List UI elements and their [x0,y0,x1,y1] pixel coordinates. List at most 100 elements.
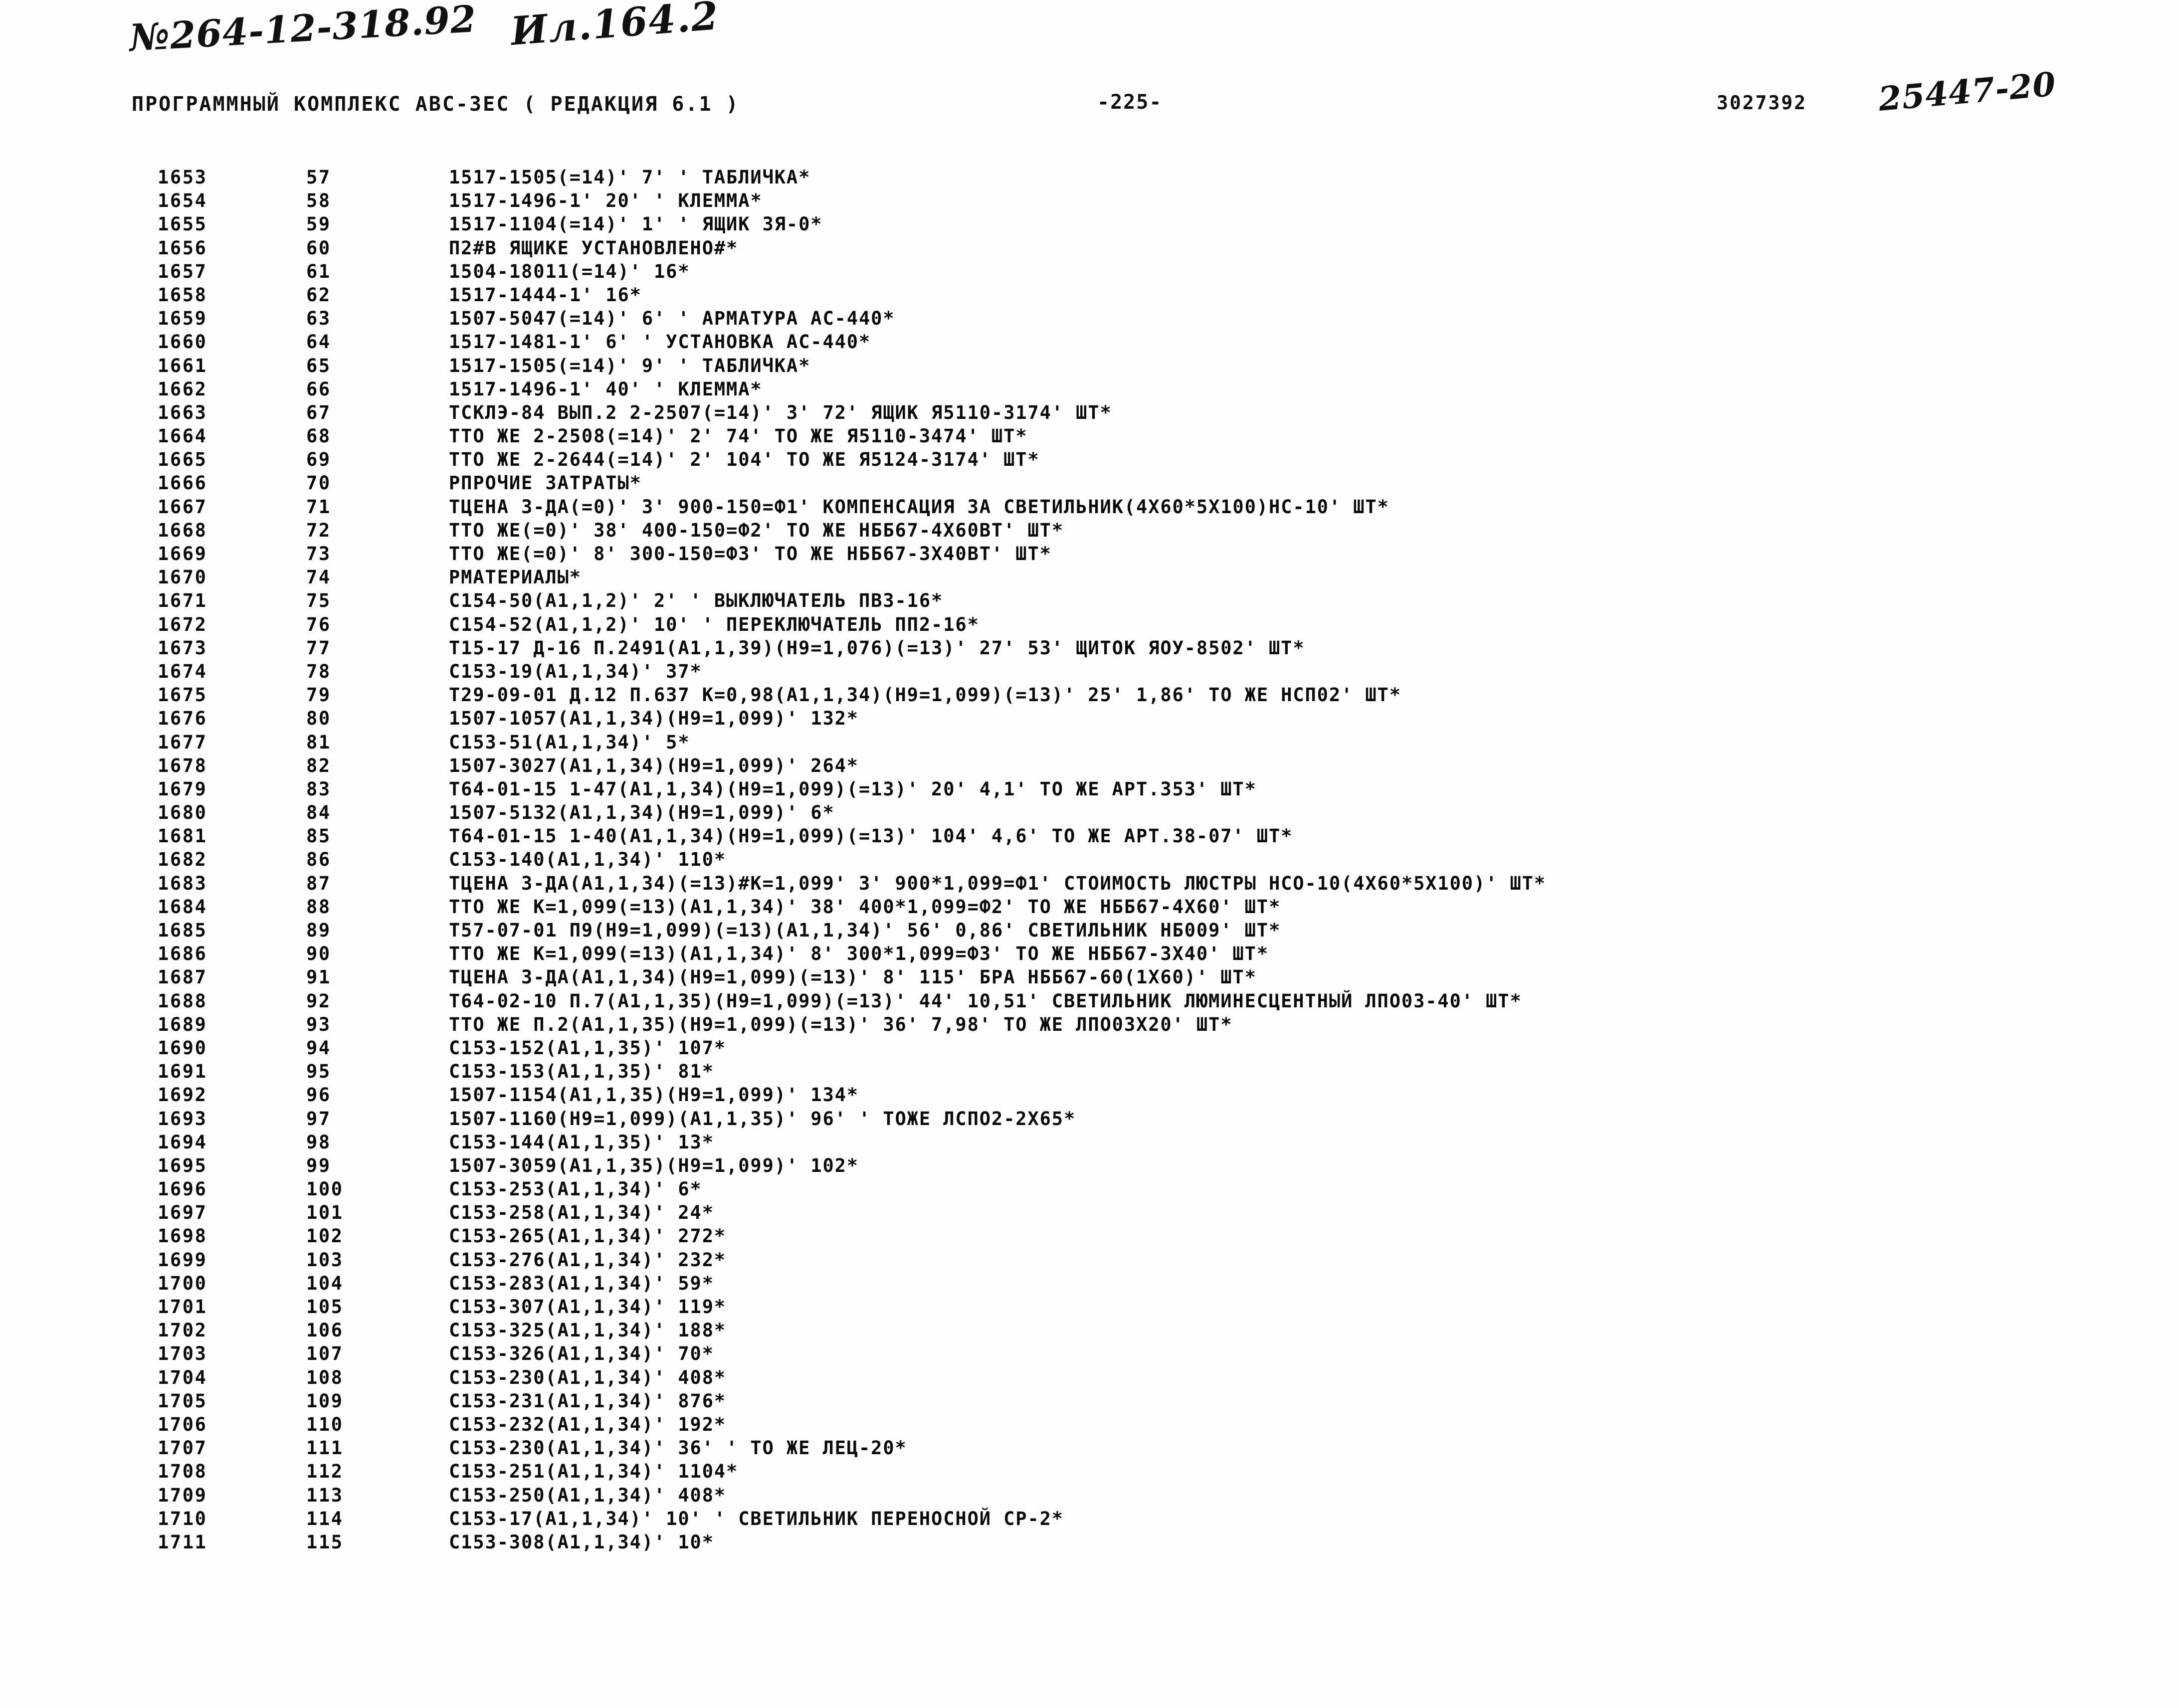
listing-code-text: 1517-1444-1' 16* [449,284,642,306]
document-page: №264-12-318.92 Ил.164.2 25447-20 ПРОГРАМ… [0,0,2179,1708]
listing-line-number: 1704 [158,1366,207,1388]
listing-line-number: 1691 [158,1061,207,1083]
listing-code-text: ТТО ЖЕ 2-2644(=14)' 2' 104' ТО ЖЕ Я5124-… [449,449,1040,471]
listing-row: 1679 83 Т64-01-15 1-47(А1,1,34)(Н9=1,099)(… [0,779,2179,803]
listing-line-number: 1682 [158,849,207,871]
listing-line-number: 1699 [158,1249,207,1271]
listing-code-text: С154-52(А1,1,2)' 10' ' ПЕРЕКЛЮЧАТЕЛЬ ПП2… [449,613,980,635]
listing-row: 1678 82 1507-3027(А1,1,34)(Н9=1,099)' 264* [0,756,2179,779]
listing-row: 1656 60 П2#В ЯЩИКЕ УСТАНОВЛЕНО#* [0,238,2179,262]
listing-code-text: П2#В ЯЩИКЕ УСТАНОВЛЕНО#* [449,237,739,259]
handwritten-archive-number: 25447-20 [1877,64,2058,119]
listing-row: 1703 107 С153-326(А1,1,34)' 70* [0,1344,2179,1367]
listing-code-text: С153-17(А1,1,34)' 10' ' СВЕТИЛЬНИК ПЕРЕН… [449,1508,1064,1529]
listing-sequence-number: 106 [306,1320,344,1341]
listing-sequence-number: 73 [306,543,331,565]
listing-row: 1676 80 1507-1057(А1,1,34)(Н9=1,099)' 132* [0,709,2179,732]
listing-code-text: С153-230(А1,1,34)' 36' ' ТО ЖЕ ЛЕЦ-20* [449,1437,907,1459]
listing-sequence-number: 75 [306,590,331,612]
listing-line-number: 1687 [158,966,207,988]
listing-code-text: Т64-02-10 П.7(А1,1,35)(Н9=1,099)(=13)' 4… [449,990,1522,1012]
listing-row: 1661 65 1517-1505(=14)' 9' ' ТАБЛИЧКА* [0,356,2179,380]
listing-sequence-number: 89 [306,920,331,941]
listing-line-number: 1668 [158,519,207,541]
listing-code-text: 1507-3027(А1,1,34)(Н9=1,099)' 264* [449,755,859,776]
listing-row: 1688 92 Т64-02-10 П.7(А1,1,35)(Н9=1,099)(=… [0,991,2179,1015]
listing-row: 1711 115 С153-308(А1,1,34)' 10* [0,1532,2179,1556]
listing-code-text: ТЦЕНА З-ДА(А1,1,34)(Н9=1,099)(=13)' 8' 1… [449,966,1257,988]
listing-code-text: 1504-18011(=14)' 16* [449,260,690,282]
handwritten-sheet-number: Ил.164.2 [509,0,721,55]
listing-sequence-number: 61 [306,260,331,282]
listing-sequence-number: 60 [306,237,331,259]
listing-row: 1684 88 ТТО ЖЕ К=1,099(=13)(А1,1,34)' 38' … [0,897,2179,921]
listing-row: 1704 108 С153-230(А1,1,34)' 408* [0,1366,2179,1391]
listing-code-text: РМАТЕРИАЛЫ* [449,567,582,588]
listing-sequence-number: 76 [306,613,331,635]
listing-row: 1674 78 С153-19(А1,1,34)' 37* [0,661,2179,685]
listing-sequence-number: 92 [306,990,331,1012]
listing-row: 1655 59 1517-1104(=14)' 1' ' ЯЩИК ЗЯ-0* [0,214,2179,238]
listing-row: 1664 68 ТТО ЖЕ 2-2508(=14)' 2' 74' ТО ЖЕ Я… [0,426,2179,450]
listing-line-number: 1703 [158,1343,207,1365]
listing-sequence-number: 93 [306,1013,331,1035]
listing-sequence-number: 65 [306,355,331,377]
listing-row: 1698 102 С153-265(А1,1,34)' 272* [0,1226,2179,1250]
listing-code-text: ТТО ЖЕ К=1,099(=13)(А1,1,34)' 38' 400*1,… [449,896,1281,918]
listing-code-text: С153-230(А1,1,34)' 408* [449,1366,727,1388]
listing-sequence-number: 91 [306,966,331,988]
listing-row: 1687 91 ТЦЕНА З-ДА(А1,1,34)(Н9=1,099)(=13)… [0,967,2179,991]
listing-sequence-number: 88 [306,896,331,918]
listing-sequence-number: 77 [306,637,331,659]
listing-sequence-number: 97 [306,1108,331,1130]
listing-line-number: 1698 [158,1225,207,1247]
listing-line-number: 1670 [158,567,207,588]
listing-row: 1658 62 1517-1444-1' 16* [0,285,2179,309]
listing-line-number: 1653 [158,167,207,188]
listing-row: 1667 71 ТЦЕНА З-ДА(=0)' 3' 900-150=Ф1' КОМ… [0,497,2179,521]
listing-code-text: 1507-5132(А1,1,34)(Н9=1,099)' 6* [449,802,835,824]
listing-row: 1663 67 ТСКЛЭ-84 ВЫП.2 2-2507(=14)' 3' 72'… [0,402,2179,426]
listing-line-number: 1700 [158,1272,207,1294]
listing-sequence-number: 83 [306,778,331,800]
listing-sequence-number: 68 [306,425,331,447]
listing-line-number: 1681 [158,825,207,847]
listing-sequence-number: 66 [306,378,331,400]
listing-line-number: 1657 [158,260,207,282]
listing-code-text: ТТО ЖЕ(=0)' 38' 400-150=Ф2' ТО ЖЕ НББ67-… [449,519,1064,541]
listing-row: 1669 73 ТТО ЖЕ(=0)' 8' 300-150=Ф3' ТО ЖЕ Н… [0,544,2179,568]
listing-sequence-number: 114 [306,1508,344,1529]
listing-line-number: 1707 [158,1437,207,1459]
listing-code-text: 1517-1505(=14)' 9' ' ТАБЛИЧКА* [449,355,811,377]
listing-sequence-number: 57 [306,167,331,188]
listing-line-number: 1676 [158,708,207,730]
listing-line-number: 1661 [158,355,207,377]
listing-sequence-number: 80 [306,708,331,730]
program-complex-title: ПРОГРАММНЫЙ КОМПЛЕКС АВС-ЗЕС ( РЕДАКЦИЯ … [132,93,740,116]
listing-code-text: С153-326(А1,1,34)' 70* [449,1343,714,1365]
listing-line-number: 1678 [158,755,207,776]
listing-row: 1670 74 РМАТЕРИАЛЫ* [0,568,2179,591]
stamp-number: 3027392 [1717,92,1807,114]
listing-sequence-number: 105 [306,1296,344,1318]
listing-line-number: 1711 [158,1531,207,1553]
listing-code-text: Т57-07-01 П9(Н9=1,099)(=13)(А1,1,34)' 56… [449,920,1281,941]
listing-code-text: Т64-01-15 1-47(А1,1,34)(Н9=1,099)(=13)' … [449,778,1257,800]
listing-sequence-number: 112 [306,1461,344,1483]
listing-row: 1654 58 1517-1496-1' 20' ' КЛЕММА* [0,191,2179,214]
listing-sequence-number: 84 [306,802,331,824]
listing-row: 1700 104 С153-283(А1,1,34)' 59* [0,1272,2179,1297]
listing-line-number: 1702 [158,1320,207,1341]
listing-line-number: 1680 [158,802,207,824]
listing-row: 1709 113 С153-250(А1,1,34)' 408* [0,1485,2179,1509]
listing-sequence-number: 109 [306,1390,344,1412]
listing-line-number: 1672 [158,613,207,635]
listing-line-number: 1679 [158,778,207,800]
listing-row: 1697 101 С153-258(А1,1,34)' 24* [0,1203,2179,1226]
listing-code-text: ТТО ЖЕ К=1,099(=13)(А1,1,34)' 8' 300*1,0… [449,943,1269,965]
listing-sequence-number: 81 [306,731,331,753]
listing-line-number: 1688 [158,990,207,1012]
listing-code-text: РПРОЧИЕ ЗАТРАТЫ* [449,472,642,494]
listing-row: 1695 99 1507-3059(А1,1,35)(Н9=1,099)' 102* [0,1155,2179,1179]
listing-row: 1701 105 С153-307(А1,1,34)' 119* [0,1297,2179,1321]
